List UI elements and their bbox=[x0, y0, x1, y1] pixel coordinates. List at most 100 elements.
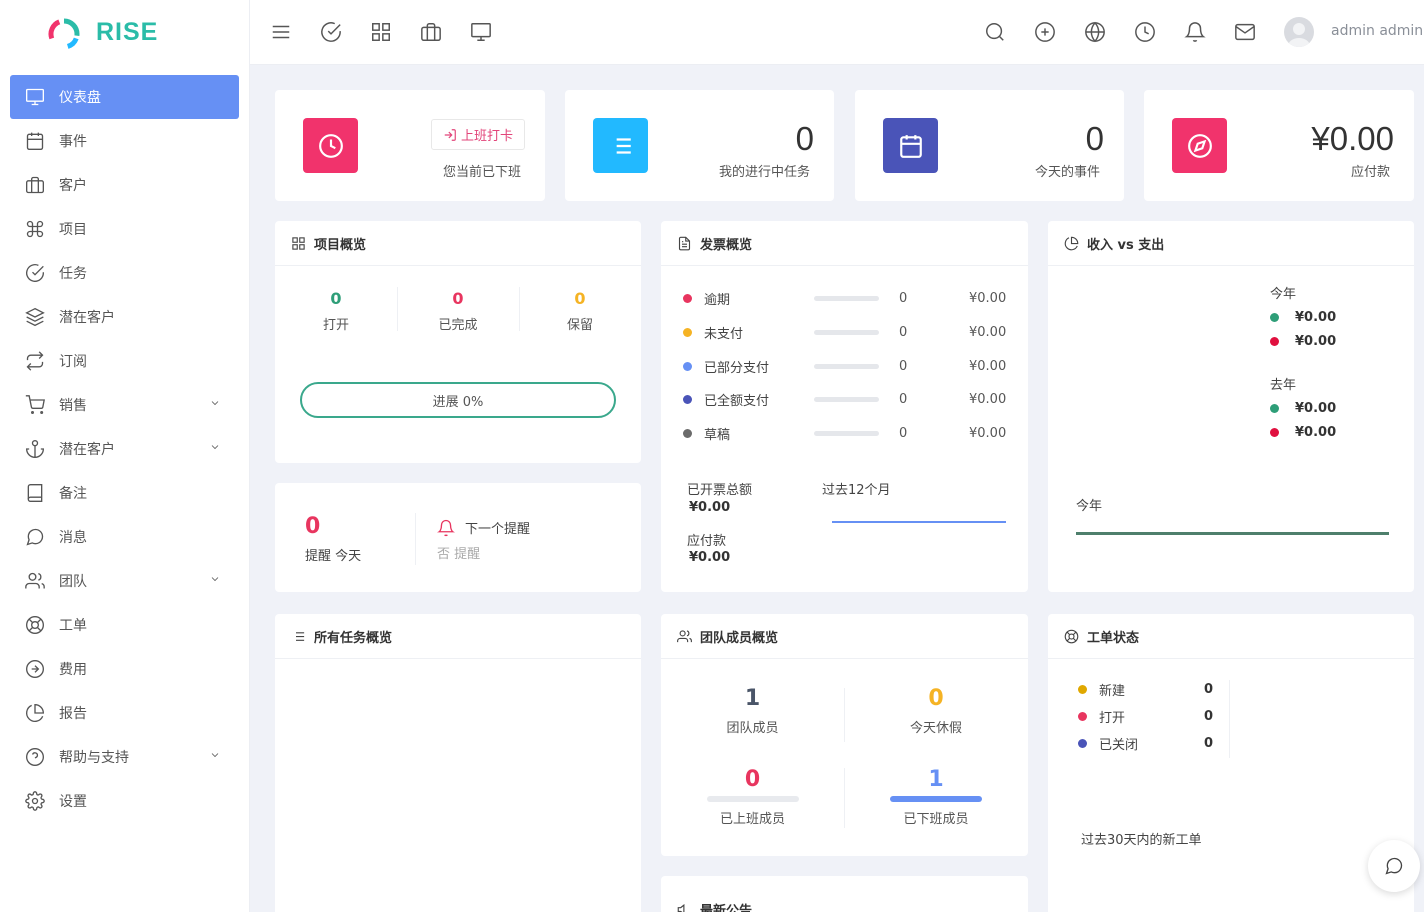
projects-open[interactable]: 0 打开 bbox=[275, 289, 397, 333]
sidebar-item-label: 订阅 bbox=[59, 354, 87, 370]
sidebar-item-label: 团队 bbox=[59, 574, 87, 590]
expense-dot bbox=[1270, 337, 1279, 346]
sidebar-item-dashboard[interactable]: 仪表盘 bbox=[10, 75, 239, 119]
invoice-status-label: 逾期 bbox=[704, 292, 731, 308]
projects-overview-card: 项目概览 0 打开 0 已完成 0 保留 进展 0% bbox=[275, 221, 641, 463]
plus-circle-icon[interactable] bbox=[1034, 21, 1056, 43]
clocked-out-label: 已下班成员 bbox=[903, 812, 969, 827]
book-icon bbox=[27, 484, 43, 502]
invoice-row-overdue[interactable]: 逾期 0 ¥0.00 bbox=[683, 288, 1013, 308]
clock-stat-icon bbox=[303, 118, 358, 173]
status-dot bbox=[1078, 712, 1087, 721]
clock-in-card: 上班打卡 您当前已下班 bbox=[275, 90, 545, 201]
check-circle-icon[interactable] bbox=[320, 21, 342, 43]
invoice-row-draft[interactable]: 草稿 0 ¥0.00 bbox=[683, 423, 1013, 443]
projects-completed-label: 已完成 bbox=[438, 318, 478, 333]
brand[interactable]: RISE bbox=[0, 0, 249, 65]
panel-header: 所有任务概览 bbox=[275, 614, 641, 659]
user-name[interactable]: admin admin bbox=[1331, 23, 1423, 39]
sidebar-item-settings[interactable]: 设置 bbox=[10, 779, 239, 823]
team-members-count: 1 bbox=[744, 686, 761, 711]
sidebar-item-projects[interactable]: 项目 bbox=[10, 207, 239, 251]
pie-chart-icon bbox=[1064, 236, 1079, 250]
invoice-count: 0 bbox=[899, 391, 908, 407]
ticket-row-new[interactable]: 新建 0 bbox=[1078, 680, 1213, 699]
due-label: 应付款 bbox=[1350, 165, 1390, 180]
events-stat-icon bbox=[883, 118, 938, 173]
sidebar-item-messages[interactable]: 消息 bbox=[10, 515, 239, 559]
sidebar-item-tickets[interactable]: 工单 bbox=[10, 603, 239, 647]
invoice-row-partially-paid[interactable]: 已部分支付 0 ¥0.00 bbox=[683, 356, 1013, 376]
grid-icon bbox=[292, 236, 305, 250]
ticket-row-open[interactable]: 打开 0 bbox=[1078, 707, 1213, 726]
sidebar-item-label: 仪表盘 bbox=[59, 90, 101, 106]
list-icon bbox=[292, 631, 305, 641]
invoice-count: 0 bbox=[899, 358, 908, 374]
sidebar-item-leads[interactable]: 潜在客户 bbox=[10, 295, 239, 339]
status-dot bbox=[683, 361, 692, 371]
monitor-icon[interactable] bbox=[470, 21, 492, 43]
sidebar-item-label: 备注 bbox=[59, 486, 87, 502]
projects-hold[interactable]: 0 保留 bbox=[519, 289, 641, 333]
all-tasks-overview-card: 所有任务概览 bbox=[275, 614, 641, 912]
ticket-row-closed[interactable]: 已关闭 0 bbox=[1078, 734, 1213, 753]
search-icon[interactable] bbox=[984, 21, 1006, 43]
sidebar-item-clients[interactable]: 客户 bbox=[10, 163, 239, 207]
status-dot bbox=[683, 394, 692, 404]
menu-icon[interactable] bbox=[270, 21, 292, 43]
on-leave-today[interactable]: 0 今天休假 bbox=[844, 686, 1028, 736]
sidebar-item-prospects[interactable]: 潜在客户 bbox=[10, 427, 239, 471]
invoice-period-label: 过去12个月 bbox=[822, 483, 891, 498]
invoice-bar bbox=[814, 430, 879, 436]
invoice-count: 0 bbox=[899, 425, 908, 441]
invoice-status-label: 未支付 bbox=[704, 326, 744, 342]
sidebar-item-team[interactable]: 团队 bbox=[10, 559, 239, 603]
mail-icon[interactable] bbox=[1234, 21, 1256, 43]
next-reminder[interactable]: 下一个提醒 bbox=[437, 518, 530, 537]
sidebar-item-sales[interactable]: 销售 bbox=[10, 383, 239, 427]
clocked-out-members[interactable]: 1 已下班成员 bbox=[844, 767, 1028, 827]
projects-completed[interactable]: 0 已完成 bbox=[397, 289, 519, 333]
open-tasks-card[interactable]: 0 我的进行中任务 bbox=[565, 90, 834, 201]
globe-icon[interactable] bbox=[1084, 21, 1106, 43]
events-today-card[interactable]: 0 今天的事件 bbox=[855, 90, 1124, 201]
sidebar-item-help[interactable]: 帮助与支持 bbox=[10, 735, 239, 779]
status-dot bbox=[683, 428, 692, 438]
avatar[interactable] bbox=[1284, 17, 1314, 47]
sidebar-item-tasks[interactable]: 任务 bbox=[10, 251, 239, 295]
clock-in-button[interactable]: 上班打卡 bbox=[430, 119, 525, 150]
status-dot bbox=[1078, 685, 1087, 694]
layers-icon bbox=[25, 307, 45, 327]
projects-progress-bar: 进展 0% bbox=[300, 382, 616, 418]
due-card[interactable]: ¥0.00 应付款 bbox=[1144, 90, 1414, 201]
sidebar-item-events[interactable]: 事件 bbox=[10, 119, 239, 163]
grid-icon[interactable] bbox=[370, 21, 392, 43]
sidebar-item-reports[interactable]: 报告 bbox=[10, 691, 239, 735]
clocked-in-bar bbox=[706, 796, 799, 802]
sidebar-item-notes[interactable]: 备注 bbox=[10, 471, 239, 515]
sidebar-item-subscriptions[interactable]: 订阅 bbox=[10, 339, 239, 383]
team-members[interactable]: 1 团队成员 bbox=[661, 686, 844, 736]
bell-icon[interactable] bbox=[1184, 21, 1206, 43]
tickets-footer: 过去30天内的新工单 bbox=[1081, 833, 1202, 848]
this-year-income-value: ¥0.00 bbox=[1295, 310, 1337, 325]
sidebar-item-expenses[interactable]: 费用 bbox=[10, 647, 239, 691]
clock-icon[interactable] bbox=[1134, 21, 1156, 43]
panel-title: 工单状态 bbox=[1087, 630, 1140, 646]
clocked-in-members[interactable]: 0 已上班成员 bbox=[661, 767, 844, 827]
invoice-row-fully-paid[interactable]: 已全额支付 0 ¥0.00 bbox=[683, 389, 1013, 409]
ticket-count: 0 bbox=[1203, 709, 1213, 724]
clocked-out-count: 1 bbox=[928, 767, 944, 792]
chat-button[interactable] bbox=[1368, 840, 1420, 892]
panel-title: 项目概览 bbox=[314, 237, 367, 253]
bell-icon bbox=[437, 519, 455, 536]
sidebar-item-label: 消息 bbox=[59, 530, 87, 546]
invoice-row-unpaid[interactable]: 未支付 0 ¥0.00 bbox=[683, 322, 1013, 342]
chevron-down-icon bbox=[211, 577, 219, 582]
announcements-card: 最新公告 bbox=[661, 876, 1028, 912]
briefcase-icon[interactable] bbox=[420, 21, 442, 43]
sidebar-item-label: 项目 bbox=[59, 222, 87, 238]
total-invoiced-value: ¥0.00 bbox=[689, 500, 731, 515]
anchor-icon bbox=[25, 440, 45, 458]
income-dot bbox=[1270, 404, 1279, 413]
